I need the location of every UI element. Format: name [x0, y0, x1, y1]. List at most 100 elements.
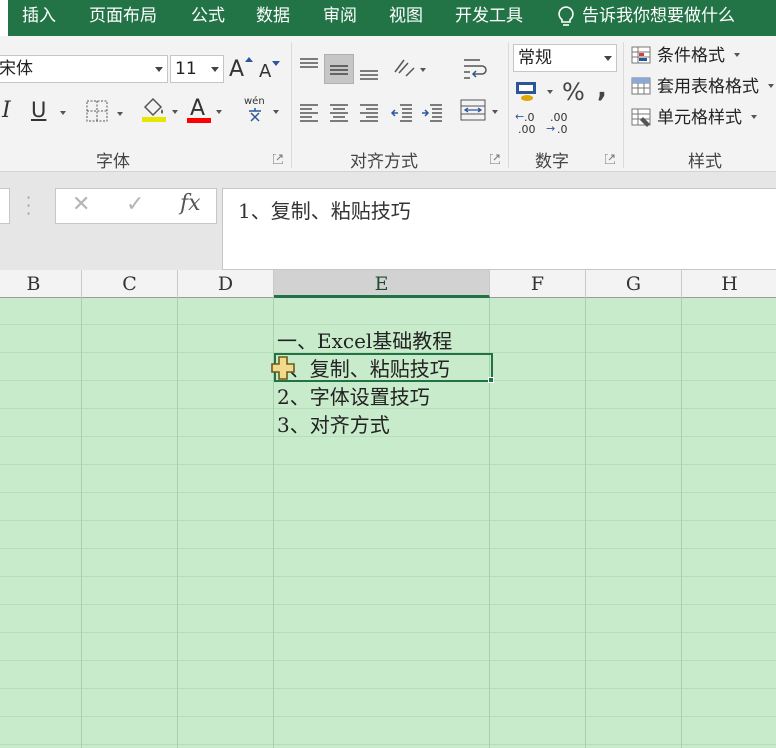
chevron-down-icon	[492, 110, 498, 114]
column-header-e[interactable]: E	[274, 270, 490, 298]
tell-me-label: 告诉我你想要做什么	[582, 6, 735, 26]
font-group-label: 字体	[96, 152, 130, 172]
tab-data[interactable]: 数据	[256, 0, 290, 36]
cell-styles-label: 单元格样式	[657, 108, 742, 128]
column-headers: B C D E F G H	[0, 270, 776, 298]
cell-e5[interactable]: 3、对齐方式	[277, 411, 390, 439]
underline-label: U	[31, 98, 47, 122]
italic-label: I	[2, 98, 11, 123]
column-header-b[interactable]: B	[0, 270, 82, 298]
italic-button[interactable]: I	[2, 98, 18, 126]
align-left-icon[interactable]	[298, 102, 320, 124]
chevron-down-icon	[211, 67, 219, 72]
increase-decimal-button[interactable]: ← .0 .00	[515, 110, 545, 136]
group-divider	[623, 42, 624, 168]
comma-style-button[interactable]: ,	[597, 74, 607, 104]
number-format-combo[interactable]: 常规	[513, 44, 617, 72]
column-header-c[interactable]: C	[82, 270, 178, 298]
chevron-down-icon	[117, 112, 123, 116]
grow-font-button[interactable]: A	[229, 56, 253, 84]
column-header-g[interactable]: G	[586, 270, 682, 298]
font-size-value: 11	[175, 59, 197, 79]
wen-character-icon	[249, 108, 261, 122]
dialog-launcher-icon[interactable]	[273, 154, 283, 164]
font-name-combo[interactable]: 宋体	[0, 55, 168, 83]
percent-style-button[interactable]: %	[562, 78, 585, 106]
conditional-format-icon	[631, 46, 651, 64]
dialog-launcher-icon[interactable]	[605, 154, 615, 164]
cell-select-cursor-icon	[271, 356, 295, 380]
shrink-font-button[interactable]: A	[259, 60, 281, 84]
fill-handle[interactable]	[488, 377, 494, 383]
orientation-button[interactable]	[392, 56, 428, 82]
vertical-dots-icon[interactable]: · · ·	[26, 190, 31, 222]
shrink-font-label: A	[259, 61, 272, 82]
styles-group-label: 样式	[688, 152, 722, 172]
paint-bucket-icon	[142, 97, 166, 122]
borders-button[interactable]	[86, 100, 126, 126]
cell-e4[interactable]: 2、字体设置技巧	[277, 383, 430, 411]
conditional-formatting-button[interactable]: 条件格式	[631, 42, 741, 70]
align-center-icon[interactable]	[328, 102, 350, 124]
dialog-launcher-icon[interactable]	[490, 154, 500, 164]
chevron-down-icon	[216, 110, 222, 114]
tab-insert[interactable]: 插入	[22, 0, 56, 36]
column-header-d[interactable]: D	[178, 270, 274, 298]
text-orientation-icon	[394, 59, 415, 77]
chevron-down-icon	[273, 110, 279, 114]
grow-font-label: A	[229, 57, 245, 82]
tab-review[interactable]: 审阅	[323, 0, 357, 36]
column-header-f[interactable]: F	[490, 270, 586, 298]
formula-buttons: ✕ ✓ fx	[55, 188, 217, 224]
font-name-value: 宋体	[0, 59, 33, 79]
name-box[interactable]	[0, 188, 10, 224]
worksheet-grid[interactable]: 一、Excel基础教程 1、复制、粘贴技巧 2、字体设置技巧 3、对齐方式	[0, 298, 776, 748]
align-right-icon[interactable]	[358, 102, 380, 124]
left-arrow-icon: ←	[515, 110, 525, 123]
tab-view[interactable]: 视图	[389, 0, 423, 36]
align-middle-button[interactable]	[324, 54, 354, 84]
merge-cells-icon	[460, 99, 486, 121]
wrap-text-icon[interactable]	[460, 56, 488, 82]
cancel-icon[interactable]: ✕	[72, 192, 90, 217]
tab-formulas[interactable]: 公式	[191, 0, 225, 36]
tab-page-layout[interactable]: 页面布局	[89, 0, 157, 36]
phonetic-guide-button[interactable]: wén	[244, 96, 284, 126]
underline-button[interactable]: U	[31, 98, 69, 126]
accounting-format-button[interactable]	[515, 80, 557, 106]
tab-bar-left-edge	[0, 0, 8, 36]
chevron-down-icon	[420, 68, 426, 72]
group-divider	[291, 42, 292, 168]
merge-center-button[interactable]	[460, 98, 502, 126]
align-top-icon[interactable]	[298, 56, 320, 78]
font-color-swatch	[187, 118, 211, 123]
font-color-button[interactable]: A	[187, 96, 227, 126]
cell-styles-button[interactable]: 单元格样式	[631, 104, 758, 132]
chevron-down-icon	[172, 110, 178, 114]
chevron-down-icon	[604, 56, 612, 61]
column-header-h[interactable]: H	[682, 270, 776, 298]
cell-styles-icon	[631, 108, 651, 127]
insert-function-button[interactable]: fx	[180, 191, 201, 216]
caret-up-icon	[245, 57, 253, 62]
tab-developer[interactable]: 开发工具	[455, 0, 523, 36]
fill-color-button[interactable]	[141, 96, 181, 126]
gridline	[81, 298, 82, 748]
increase-indent-icon[interactable]	[420, 102, 444, 124]
format-as-table-label: 套用表格格式	[657, 77, 759, 97]
gridline	[681, 298, 682, 748]
enter-icon[interactable]: ✓	[126, 192, 144, 217]
align-bottom-icon[interactable]	[358, 60, 380, 82]
number-format-value: 常规	[518, 48, 552, 68]
decrease-decimal-button[interactable]: .00 → .0	[546, 110, 576, 136]
format-as-table-button[interactable]: 套用表格格式	[631, 73, 775, 101]
alignment-group-label: 对齐方式	[350, 152, 418, 172]
phonetic-label: wén	[244, 96, 265, 107]
cell-e2[interactable]: 一、Excel基础教程	[277, 327, 452, 355]
formula-input[interactable]: 1、复制、粘贴技巧	[222, 188, 776, 270]
font-size-combo[interactable]: 11	[170, 55, 224, 83]
chevron-down-icon	[751, 115, 758, 119]
chevron-down-icon	[768, 84, 775, 88]
decrease-indent-icon[interactable]	[390, 102, 414, 124]
align-middle-icon	[330, 65, 348, 75]
